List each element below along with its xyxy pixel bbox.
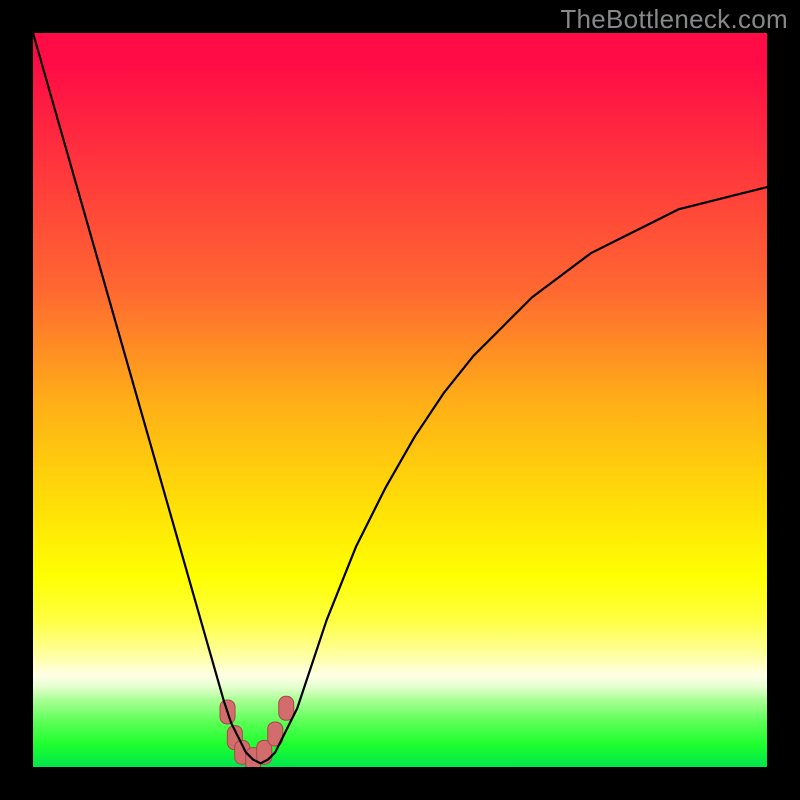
chart-frame: TheBottleneck.com <box>0 0 800 800</box>
marker-group <box>220 696 294 767</box>
curve-marker <box>279 696 294 720</box>
watermark-text: TheBottleneck.com <box>560 4 788 35</box>
chart-svg <box>33 33 767 767</box>
bottleneck-curve-path <box>33 33 767 763</box>
plot-area <box>33 33 767 767</box>
